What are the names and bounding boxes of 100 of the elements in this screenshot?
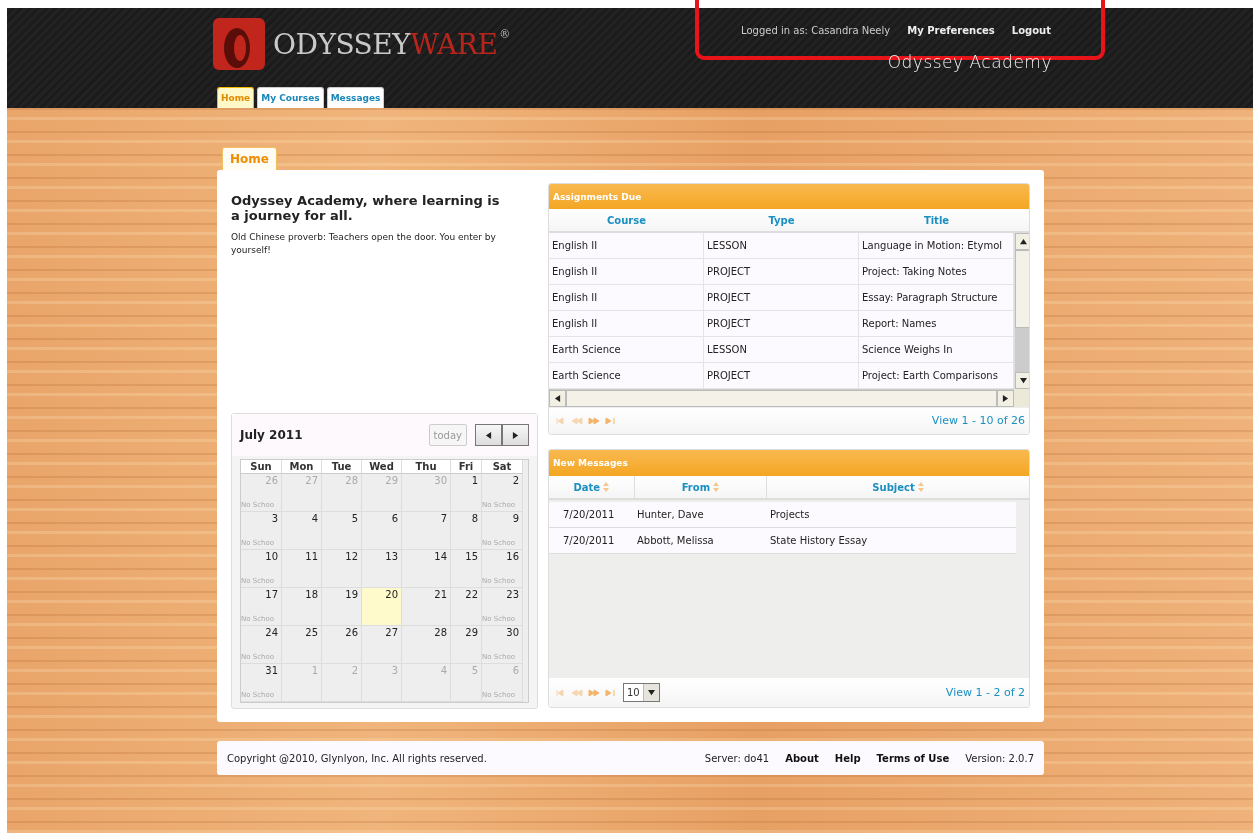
day-number: 22 bbox=[465, 588, 479, 600]
column-header[interactable]: Date bbox=[549, 476, 635, 498]
logo-wordmark: ODYSSEYWARE® bbox=[273, 27, 510, 61]
panel-title: Assignments Due bbox=[549, 184, 1029, 210]
weekday-header: Fri bbox=[451, 460, 482, 474]
version-text: Version: 2.0.7 bbox=[965, 752, 1034, 764]
copyright-text: Copyright @2010, Glynlyon, Inc. All rights reserved. bbox=[227, 752, 487, 764]
weekday-header: Sun bbox=[241, 460, 282, 474]
calendar-day[interactable]: 21 bbox=[402, 588, 451, 626]
column-header[interactable]: Title bbox=[859, 209, 1014, 231]
right-arrow-icon bbox=[512, 431, 519, 439]
day-number: 21 bbox=[434, 588, 448, 600]
calendar-day[interactable]: 18 bbox=[282, 588, 322, 626]
calendar-day[interactable]: 15 bbox=[451, 550, 482, 588]
first-page-icon[interactable] bbox=[553, 416, 566, 425]
calendar-day[interactable]: 13 bbox=[362, 550, 402, 588]
page-size-select[interactable]: 10 bbox=[623, 683, 660, 702]
previous-month-button[interactable] bbox=[475, 424, 502, 446]
calendar-day[interactable]: 20 bbox=[362, 588, 402, 626]
next-page-icon[interactable] bbox=[587, 688, 600, 697]
day-number: 24 bbox=[265, 626, 279, 638]
calendar-day[interactable]: 8 bbox=[451, 512, 482, 550]
calendar-day[interactable]: 14 bbox=[402, 550, 451, 588]
logged-in-text: Logged in as: Casandra Neely bbox=[741, 25, 891, 36]
footer-link[interactable]: Terms of Use bbox=[876, 752, 950, 764]
calendar-day[interactable]: 22 bbox=[451, 588, 482, 626]
welcome-text: Old Chinese proverb: Teachers open the door. You enter by yourself! bbox=[231, 231, 497, 257]
column-header[interactable]: Course bbox=[549, 209, 704, 231]
calendar-day[interactable]: 1 bbox=[451, 474, 482, 512]
day-number: 12 bbox=[345, 550, 359, 562]
previous-page-icon[interactable] bbox=[570, 416, 583, 425]
last-page-icon[interactable] bbox=[604, 416, 617, 425]
table-cell: PROJECT bbox=[704, 310, 859, 336]
footer-link[interactable]: About bbox=[785, 752, 819, 764]
calendar-day[interactable]: 6 bbox=[362, 512, 402, 550]
day-number: 11 bbox=[305, 550, 319, 562]
calendar-day[interactable]: 26 bbox=[322, 626, 362, 664]
day-number: 29 bbox=[465, 626, 479, 638]
pager-text: View 1 - 10 of 26 bbox=[931, 414, 1025, 428]
day-number: 2 bbox=[512, 474, 520, 486]
calendar-day[interactable]: 4 bbox=[282, 512, 322, 550]
table-cell: LESSON bbox=[704, 232, 859, 258]
calendar-day[interactable]: 27 bbox=[362, 626, 402, 664]
day-number: 2 bbox=[351, 664, 359, 676]
sort-icon[interactable] bbox=[713, 482, 720, 492]
logo-icon bbox=[213, 18, 265, 70]
day-number: 26 bbox=[345, 626, 359, 638]
sort-icon[interactable] bbox=[917, 482, 924, 492]
dropdown-icon bbox=[647, 689, 655, 696]
calendar-day[interactable]: 19 bbox=[322, 588, 362, 626]
sort-icon[interactable] bbox=[603, 482, 610, 492]
day-number: 18 bbox=[305, 588, 319, 600]
next-page-icon[interactable] bbox=[587, 416, 600, 425]
first-page-icon[interactable] bbox=[553, 688, 566, 697]
calendar-day[interactable]: 29 bbox=[451, 626, 482, 664]
scroll-up-icon bbox=[1020, 237, 1027, 245]
day-number: 30 bbox=[506, 626, 520, 638]
calendar-day[interactable]: 11 bbox=[282, 550, 322, 588]
previous-page-icon[interactable] bbox=[570, 688, 583, 697]
day-number: 27 bbox=[305, 474, 319, 486]
table-cell: English II bbox=[549, 310, 704, 336]
calendar-day[interactable]: 25 bbox=[282, 626, 322, 664]
day-number: 5 bbox=[471, 664, 479, 676]
column-header[interactable]: Type bbox=[704, 209, 859, 231]
day-number: 28 bbox=[434, 626, 448, 638]
next-month-button[interactable] bbox=[502, 424, 529, 446]
table-cell: English II bbox=[549, 232, 704, 258]
table-cell-text: Projects bbox=[769, 508, 811, 522]
header-link[interactable]: Logout bbox=[1011, 25, 1051, 36]
last-page-icon[interactable] bbox=[604, 688, 617, 697]
day-number: 6 bbox=[512, 664, 520, 676]
table-cell-text: State History Essay bbox=[769, 534, 869, 548]
day-number: 8 bbox=[471, 512, 479, 524]
left-arrow-icon bbox=[485, 431, 492, 439]
day-number: 10 bbox=[265, 550, 279, 562]
panel-title: New Messages bbox=[549, 450, 1029, 476]
day-number: 7 bbox=[440, 512, 448, 524]
header-link[interactable]: My Preferences bbox=[907, 25, 995, 36]
day-number: 20 bbox=[385, 588, 399, 600]
table-cell: Earth Science bbox=[549, 336, 704, 362]
calendar-day[interactable]: 28 bbox=[402, 626, 451, 664]
scroll-right-icon bbox=[1002, 394, 1009, 402]
day-number: 3 bbox=[391, 664, 399, 676]
footer-link[interactable]: Help bbox=[834, 752, 861, 764]
column-header[interactable]: Subject bbox=[767, 476, 1029, 498]
calendar-day[interactable]: 7 bbox=[402, 512, 451, 550]
column-header[interactable]: From bbox=[634, 476, 768, 498]
pager-text: View 1 - 2 of 2 bbox=[945, 686, 1025, 699]
calendar-day[interactable]: 12 bbox=[322, 550, 362, 588]
weekday-header: Sat bbox=[482, 460, 523, 474]
day-number: 26 bbox=[265, 474, 279, 486]
nav-tab[interactable]: My Courses bbox=[257, 87, 324, 108]
day-number: 31 bbox=[265, 664, 279, 676]
nav-tab[interactable]: Messages bbox=[326, 87, 385, 108]
vertical-scrollbar[interactable] bbox=[1014, 232, 1029, 389]
calendar-title: July 2011 bbox=[240, 428, 303, 442]
scroll-down-icon bbox=[1020, 376, 1027, 384]
day-number: 1 bbox=[471, 474, 479, 486]
calendar-day[interactable]: 5 bbox=[322, 512, 362, 550]
day-number: 29 bbox=[385, 474, 399, 486]
